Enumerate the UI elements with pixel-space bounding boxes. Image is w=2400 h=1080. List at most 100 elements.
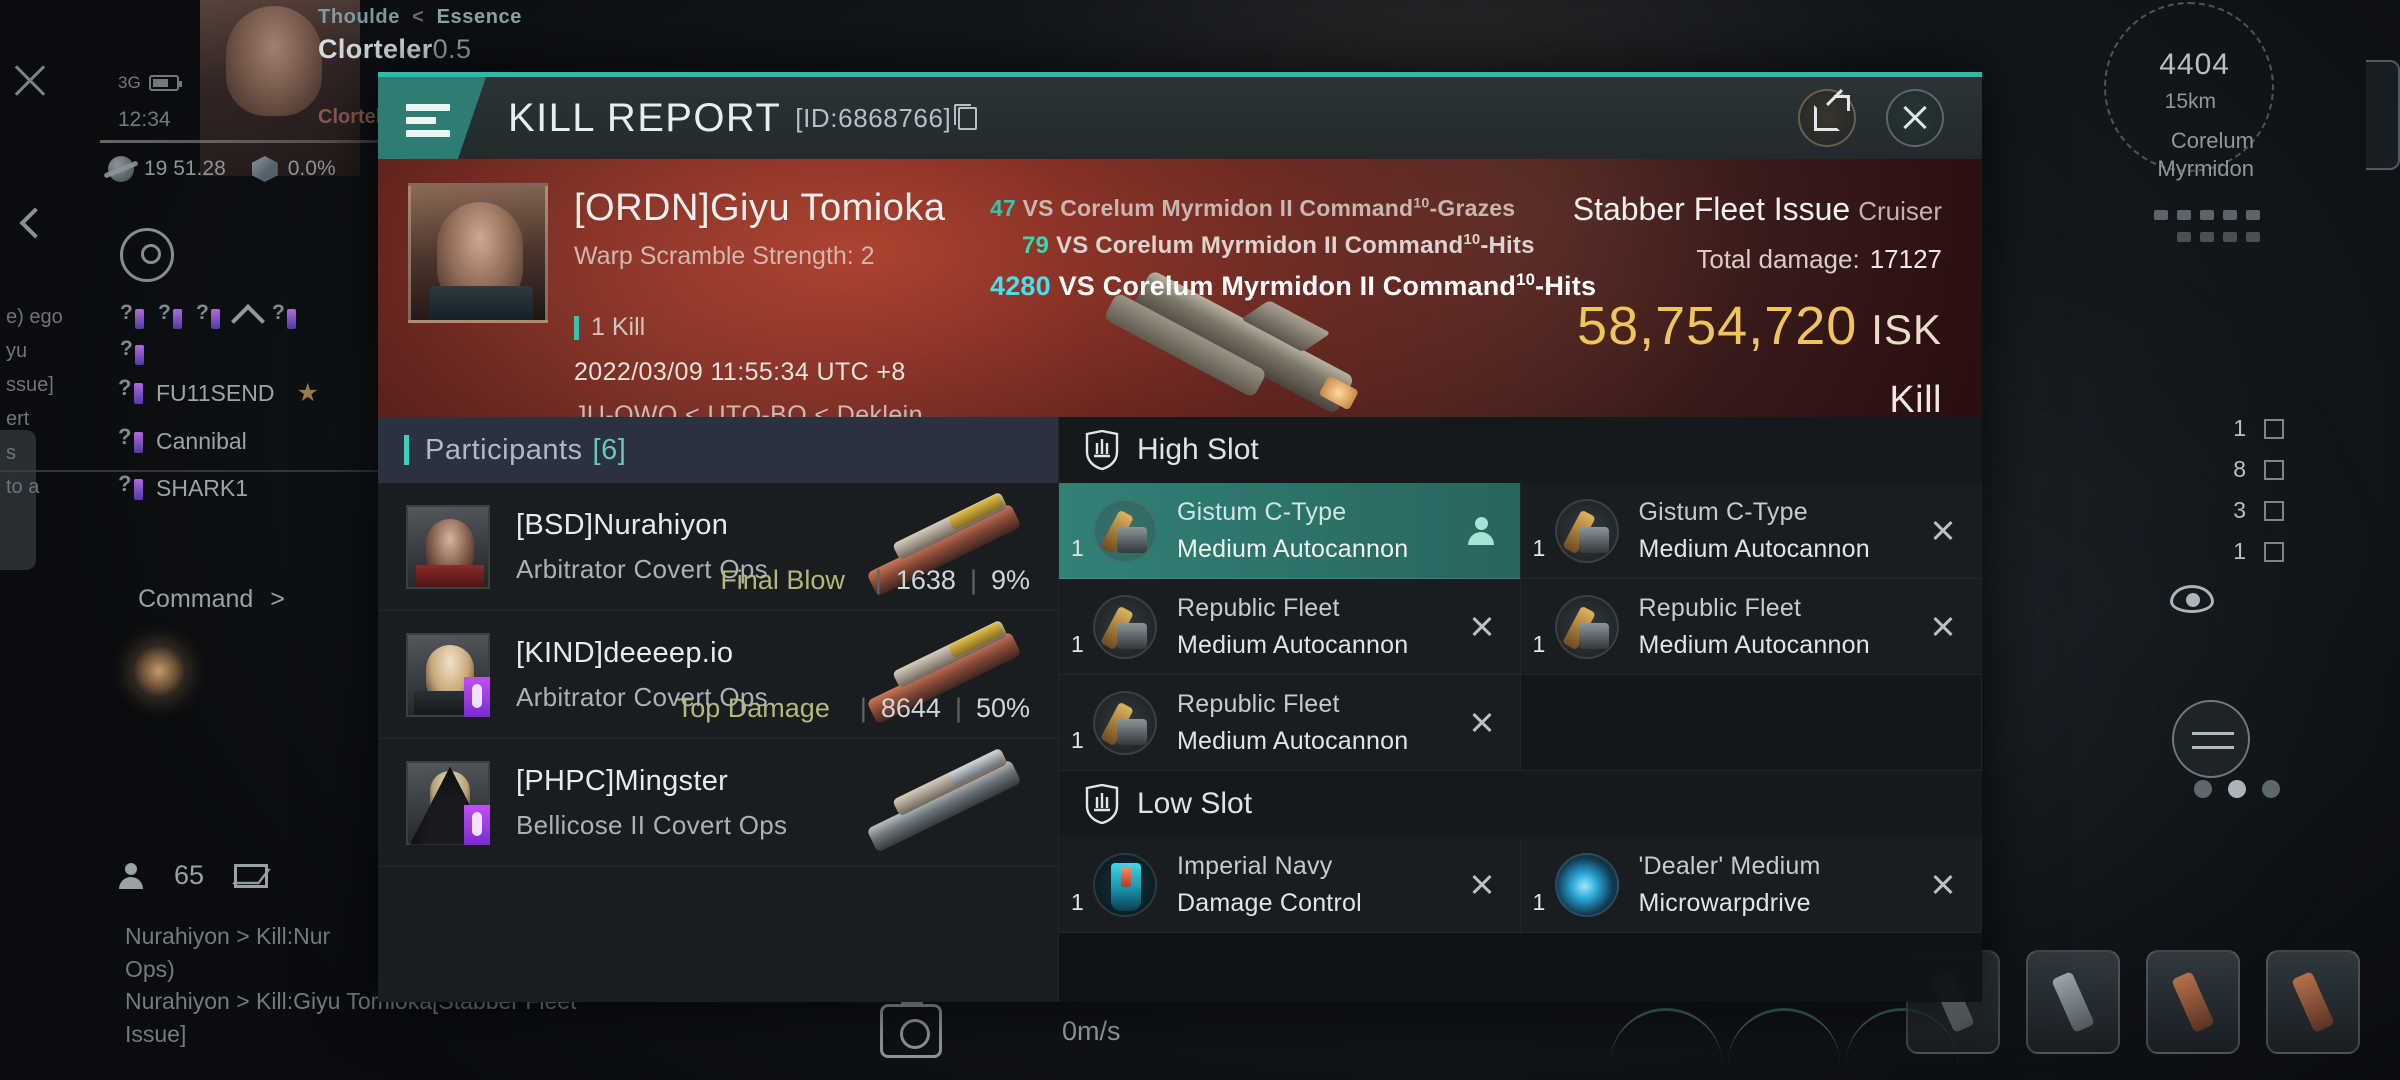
stat-icon — [2264, 418, 2284, 439]
report-id-label: [ID:6868766] — [795, 102, 952, 133]
kill-timestamp: 2022/03/09 11:55:34 UTC +8 — [574, 358, 906, 386]
participants-list[interactable]: [BSD]Nurahiyon Arbitrator Covert Ops Fin… — [378, 483, 1058, 1002]
hud-toggle-row[interactable] — [2194, 780, 2280, 798]
background-close-icon[interactable] — [10, 60, 50, 100]
close-icon[interactable] — [1470, 711, 1494, 735]
module-dot — [2246, 210, 2260, 220]
kill-location: JU-OWQ < UTQ-BO < Deklein — [574, 401, 923, 417]
region-label: Thoulde — [318, 6, 400, 28]
module-text: Imperial Navy Damage Control — [1177, 852, 1362, 918]
fleet-list-item[interactable]: FU11SEND ★ — [118, 375, 319, 408]
close-icon[interactable] — [1470, 615, 1494, 639]
damage-target: VS Corelum Myrmidon II Command — [1022, 195, 1414, 221]
right-edge-tab[interactable] — [2366, 60, 2400, 170]
back-chevron-icon[interactable] — [19, 207, 51, 239]
constellation-label: Essence — [436, 6, 522, 28]
module-cell[interactable]: 1 Republic Fleet Medium Autocannon — [1059, 579, 1521, 675]
clock-label: 12:34 — [118, 108, 171, 131]
hud-stats: 19 51.28 0.0% — [108, 156, 336, 182]
module-text: Republic Fleet Medium Autocannon — [1177, 594, 1408, 660]
kill-count: 1 Kill — [574, 313, 946, 342]
module-quantity: 1 — [1071, 727, 1084, 753]
toggle-dot[interactable] — [2262, 780, 2280, 798]
module-cell[interactable]: 1 Gistum C-Type Medium Autocannon — [1520, 483, 1982, 579]
hamburger-line — [406, 104, 450, 111]
low-slot-label: Low Slot — [1137, 787, 1253, 820]
ship-stat-value: 3 — [2233, 497, 2246, 523]
damage-value: 47 — [990, 195, 1016, 221]
ship-stat: 8 — [2233, 456, 2284, 483]
arc-segment — [1728, 1008, 1840, 1070]
participant-damage: 8644 — [880, 693, 941, 723]
modal-body: Participants [6] [BSD]Nurahiyon Arbitrat… — [378, 417, 1982, 1002]
camera-icon[interactable] — [880, 996, 942, 1058]
module-cell[interactable]: 1 Republic Fleet Medium Autocannon — [1059, 675, 1521, 771]
toggle-dot-active[interactable] — [2228, 780, 2246, 798]
table-row[interactable]: [PHPC]Mingster Bellicose II Covert Ops — [378, 739, 1058, 867]
module-slot-button[interactable] — [2026, 950, 2120, 1054]
battery-icon — [148, 75, 182, 91]
close-icon[interactable] — [1931, 615, 1955, 639]
participant-damage: 1638 — [895, 565, 956, 595]
ship-stat: 1 — [2233, 415, 2284, 442]
target-name: Corelum Myrmidon — [2157, 128, 2254, 182]
close-icon[interactable] — [1931, 873, 1955, 897]
target-name-line2: Myrmidon — [2157, 156, 2254, 181]
autocannon-icon — [1093, 594, 1157, 659]
module-cell[interactable]: 1 Imperial Navy Damage Control — [1059, 837, 1521, 933]
radial-dial[interactable] — [128, 640, 190, 702]
speed-readout: 0m/s — [1062, 1015, 1121, 1046]
command-label: Command — [138, 585, 254, 613]
fleet-list-item[interactable]: Cannibal — [118, 424, 319, 455]
participant-name: [BSD]Nurahiyon — [516, 508, 729, 541]
module-name: Medium Autocannon — [1638, 630, 1870, 659]
toggle-dot[interactable] — [2194, 780, 2212, 798]
participant-percent: 9% — [990, 565, 1030, 595]
module-cell[interactable]: 1 'Dealer' Medium Microwarpdrive — [1520, 837, 1982, 933]
module-slot-button[interactable] — [2146, 950, 2240, 1054]
hamburger-menu-icon[interactable] — [378, 77, 486, 159]
module-variant: Republic Fleet — [1177, 593, 1340, 622]
swap-icon[interactable] — [2172, 700, 2250, 778]
close-icon[interactable] — [1470, 873, 1494, 897]
module-quantity: 1 — [1071, 889, 1084, 915]
coords-value: 19 51.28 — [144, 157, 226, 180]
module-dot — [2246, 232, 2260, 242]
module-name: Medium Autocannon — [1177, 726, 1409, 755]
location-pin-icon[interactable] — [120, 228, 174, 282]
table-row[interactable]: [BSD]Nurahiyon Arbitrator Covert Ops Fin… — [378, 483, 1058, 611]
report-id[interactable]: [ID:6868766] — [795, 102, 978, 134]
participant-stats: Final Blow | 1638 | 9% — [720, 565, 1030, 596]
module-quantity: 1 — [1071, 535, 1084, 561]
autocannon-icon — [1554, 498, 1619, 563]
module-cell[interactable]: 1 Gistum C-Type Medium Autocannon — [1059, 483, 1521, 579]
chevron-right-icon: > — [270, 585, 285, 613]
close-button[interactable] — [1886, 89, 1944, 147]
mail-icon[interactable] — [234, 863, 269, 888]
command-menu-button[interactable]: Command > — [138, 585, 285, 614]
side-label: to a — [6, 476, 40, 498]
high-slot-grid: 1 Gistum C-Type Medium Autocannon 1 Gist… — [1059, 483, 1982, 771]
status-badge: Top Damage — [676, 693, 830, 723]
module-slot-button[interactable] — [2266, 950, 2360, 1054]
fleet-list-item[interactable]: SHARK1 — [118, 471, 319, 502]
target-module-row — [2154, 210, 2260, 220]
warp-scramble-strength: Warp Scramble Strength: 2 — [574, 242, 875, 270]
module-cell[interactable]: 1 Republic Fleet Medium Autocannon — [1520, 579, 1982, 675]
autocannon-icon — [1093, 690, 1157, 755]
participant-percent: 50% — [975, 693, 1030, 723]
local-count-row[interactable]: 65 — [118, 860, 269, 891]
share-button[interactable] — [1798, 89, 1856, 147]
close-icon[interactable] — [1931, 519, 1955, 543]
fleet-member-list: FU11SEND ★ Cannibal SHARK1 — [118, 375, 319, 502]
damage-line: 47 VS Corelum Myrmidon II Command10-Graz… — [990, 195, 1596, 222]
module-dot — [2177, 232, 2191, 242]
participants-count: [6] — [592, 433, 627, 466]
eye-icon[interactable] — [2170, 585, 2214, 613]
fleet-member-name: SHARK1 — [156, 475, 249, 501]
participants-column: Participants [6] [BSD]Nurahiyon Arbitrat… — [378, 417, 1058, 1002]
person-icon[interactable] — [1467, 516, 1494, 545]
copy-icon[interactable] — [954, 103, 978, 130]
table-row[interactable]: [KIND]deeeep.io Arbitrator Covert Ops To… — [378, 611, 1058, 739]
cargo-stat: 0.0% — [251, 156, 336, 182]
